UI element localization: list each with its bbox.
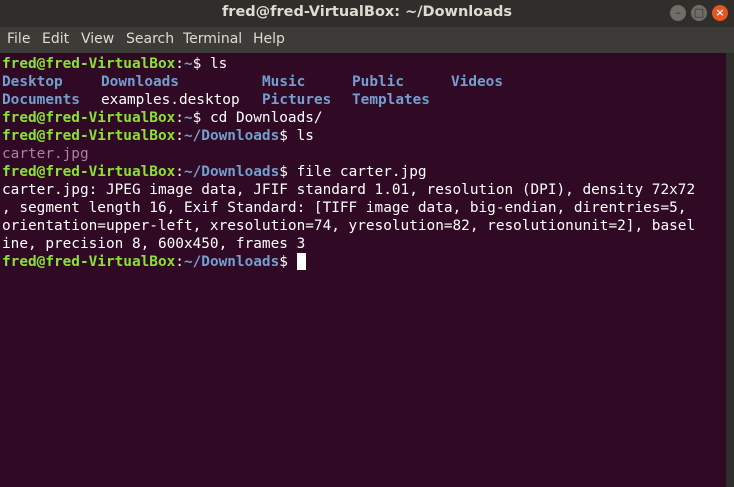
menu-view[interactable]: View: [81, 31, 114, 47]
maximize-button[interactable]: □: [691, 5, 707, 21]
ls-entry-public: Public: [352, 74, 404, 90]
title-bar: fred@fred-VirtualBox: ~/Downloads – □ ×: [0, 0, 734, 27]
ls-entry-videos: Videos: [451, 74, 503, 90]
prompt-path: ~/Downloads: [183, 254, 280, 270]
minimize-icon: –: [675, 6, 681, 19]
menu-search[interactable]: Search: [126, 31, 174, 47]
ls-entry-pictures: Pictures: [262, 92, 332, 108]
menu-help[interactable]: Help: [253, 31, 285, 47]
output-line: ine, precision 8, 600x450, frames 3: [2, 236, 306, 252]
terminal-line: fred@fred-VirtualBox:~/Downloads$ file c…: [2, 164, 427, 180]
current-prompt-line: fred@fred-VirtualBox:~/Downloads$: [2, 253, 306, 271]
text-cursor: [296, 253, 306, 270]
ls-entry-carter-jpg: carter.jpg: [2, 146, 89, 162]
menu-file[interactable]: File: [7, 31, 30, 47]
prompt-user-host: fred@fred-VirtualBox: [2, 254, 176, 270]
terminal-line: fred@fred-VirtualBox:~$ cd Downloads/: [2, 110, 323, 126]
prompt-user-host: fred@fred-VirtualBox: [2, 56, 176, 72]
menu-terminal[interactable]: Terminal: [183, 31, 242, 47]
prompt-user-host: fred@fred-VirtualBox: [2, 164, 176, 180]
terminal-line: fred@fred-VirtualBox:~/Downloads$ ls: [2, 128, 314, 144]
prompt-path: ~: [183, 110, 193, 126]
ls-entry-downloads: Downloads: [101, 74, 179, 90]
command-text: cd Downloads/: [209, 110, 323, 126]
prompt-path: ~/Downloads: [183, 128, 280, 144]
minimize-button[interactable]: –: [670, 5, 686, 21]
command-text: ls: [296, 128, 314, 144]
output-line: , segment length 16, Exif Standard: [TIF…: [2, 200, 687, 216]
menu-bar: File Edit View Search Terminal Help: [0, 27, 734, 53]
close-icon: ×: [715, 6, 725, 19]
ls-entry-examples-desktop: examples.desktop: [101, 92, 240, 108]
command-text: ls: [209, 56, 228, 72]
prompt-path: ~: [183, 56, 193, 72]
prompt-user-host: fred@fred-VirtualBox: [2, 110, 176, 126]
ls-entry-desktop: Desktop: [2, 74, 63, 90]
close-button[interactable]: ×: [712, 5, 728, 21]
scrollbar[interactable]: [726, 53, 734, 487]
output-line: orientation=upper-left, xresolution=74, …: [2, 218, 696, 234]
command-text: file carter.jpg: [296, 164, 427, 180]
ls-entry-templates: Templates: [352, 92, 430, 108]
menu-edit[interactable]: Edit: [42, 31, 69, 47]
maximize-icon: □: [693, 6, 705, 19]
window-title: fred@fred-VirtualBox: ~/Downloads: [221, 4, 512, 20]
ls-entry-music: Music: [262, 74, 306, 90]
output-line: carter.jpg: JPEG image data, JFIF standa…: [2, 182, 696, 198]
terminal-output[interactable]: fred@fred-VirtualBox:~$ ls Desktop Downl…: [0, 53, 726, 487]
ls-entry-documents: Documents: [2, 92, 80, 108]
terminal-line: fred@fred-VirtualBox:~$ ls: [2, 56, 228, 72]
prompt-user-host: fred@fred-VirtualBox: [2, 128, 176, 144]
prompt-path: ~/Downloads: [183, 164, 280, 180]
